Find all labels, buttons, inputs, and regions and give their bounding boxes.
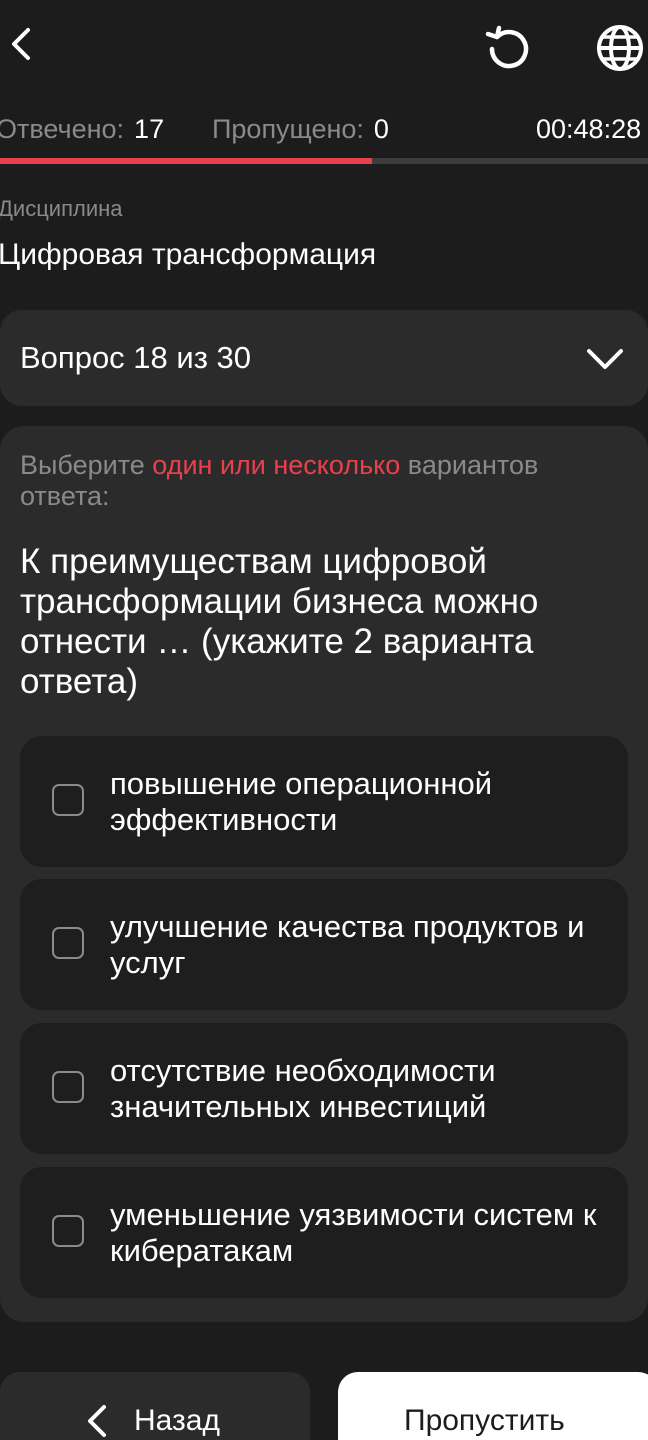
- answer-option[interactable]: улучшение качества продуктов и услуг: [20, 879, 628, 1010]
- question-card: Выберите один или несколько вариантов от…: [0, 426, 648, 1322]
- question-selector[interactable]: Вопрос 18 из 30: [0, 310, 648, 406]
- back-button[interactable]: Назад: [0, 1372, 310, 1440]
- top-bar: [0, 0, 648, 100]
- globe-icon[interactable]: [594, 22, 646, 74]
- question-text: К преимуществам цифровой трансформации б…: [20, 542, 539, 701]
- skipped-label: Пропущено:: [212, 114, 364, 144]
- chevron-left-icon: [88, 1405, 106, 1437]
- answer-option[interactable]: отсутствие необходимости значительных ин…: [20, 1023, 628, 1154]
- progress-bar: [0, 158, 648, 164]
- chevron-left-icon[interactable]: [4, 24, 44, 64]
- timer: 00:48:28: [536, 114, 642, 144]
- answer-option-label: повышение операционной эффективности: [110, 766, 493, 837]
- skipped-count: 0: [373, 114, 389, 144]
- skip-button[interactable]: Пропустить: [338, 1372, 648, 1440]
- checkbox[interactable]: [52, 1071, 84, 1103]
- progress-bar-fill: [0, 158, 372, 164]
- answer-option-label: уменьшение уязвимости систем к кибератак…: [110, 1197, 597, 1268]
- skip-button-label: Пропустить: [404, 1404, 565, 1437]
- test-screen: Отвечено: 17 Пропущено: 0 00:48:28 Дисципл…: [0, 0, 648, 1440]
- answered-label: Отвечено:: [0, 114, 125, 144]
- answered-stat: Отвечено: 17: [0, 112, 164, 146]
- answered-count: 17: [134, 114, 165, 144]
- question-number: Вопрос 18 из 30: [20, 340, 252, 375]
- answer-instruction: Выберите один или несколько вариантов от…: [20, 450, 620, 512]
- instruction-prefix: Выберите: [20, 450, 153, 480]
- answer-option[interactable]: повышение операционной эффективности: [20, 736, 628, 867]
- discipline-name: Цифровая трансформация: [0, 238, 377, 271]
- answer-option-label: отсутствие необходимости значительных ин…: [110, 1053, 496, 1124]
- discipline-label: Дисциплина: [0, 196, 123, 221]
- chevron-down-icon: [587, 349, 623, 369]
- checkbox[interactable]: [52, 784, 84, 816]
- skipped-stat: Пропущено: 0: [212, 112, 389, 146]
- answer-option[interactable]: уменьшение уязвимости систем к кибератак…: [20, 1167, 628, 1298]
- checkbox[interactable]: [52, 927, 84, 959]
- reload-icon[interactable]: [482, 24, 532, 74]
- stats-row: Отвечено: 17 Пропущено: 0 00:48:28: [0, 112, 648, 146]
- back-button-label: Назад: [134, 1404, 220, 1437]
- answer-option-label: улучшение качества продуктов и услуг: [110, 909, 585, 980]
- checkbox[interactable]: [52, 1215, 84, 1247]
- instruction-accent: один или несколько: [152, 450, 401, 480]
